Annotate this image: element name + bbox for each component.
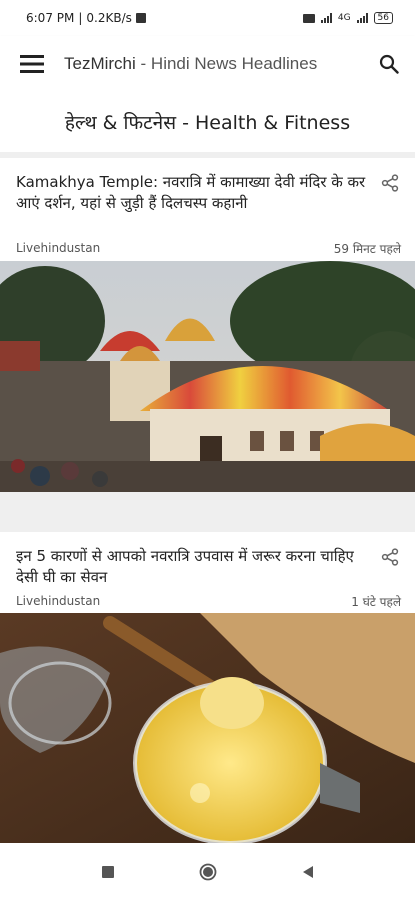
home-button[interactable] [188,852,228,892]
article-title[interactable]: Kamakhya Temple: नवरात्रि में कामाख्या द… [16,158,371,214]
article-time: 1 घंटे पहले [351,594,401,609]
signal-icon-2 [356,13,368,23]
article-card-2[interactable]: इन 5 कारणों से आपको नवरात्रि उपवास में ज… [0,532,415,843]
status-left: 6:07 PM | 0.2KB/s [26,11,146,25]
signal-icon [320,13,332,23]
triangle-back-icon [302,865,313,878]
back-button[interactable] [288,852,328,892]
search-icon [379,54,399,74]
article-source: Livehindustan [16,594,101,608]
status-time: 6:07 PM [26,11,75,25]
hamburger-menu-icon [20,55,44,73]
app-name: TezMirchi [64,54,136,73]
article-card-1[interactable]: Kamakhya Temple: नवरात्रि में कामाख्या द… [0,158,415,492]
temple-illustration [0,261,415,492]
status-right: 4G 56 [302,12,393,24]
app-subtitle: - Hindi News Headlines [140,54,318,73]
article-meta: Livehindustan 59 मिनट पहले [16,239,401,257]
app-bar: TezMirchi - Hindi News Headlines [0,36,415,92]
square-recents-icon [101,865,114,878]
circle-home-icon [199,863,216,880]
ghee-jar-photo[interactable] [0,613,415,843]
article-time: 59 मिनट पहले [333,241,401,256]
app-title: TezMirchi - Hindi News Headlines [64,54,363,74]
status-network-speed: 0.2KB/s [86,11,132,25]
system-nav-bar [0,843,415,900]
volte-icon [302,13,315,23]
share-icon[interactable] [381,548,399,566]
network-type-label: 4G [337,13,351,23]
article-meta: Livehindustan 1 घंटे पहले [16,592,401,610]
search-button[interactable] [363,36,415,92]
article-source: Livehindustan [16,241,101,255]
menu-button[interactable] [0,36,64,92]
share-icon[interactable] [381,174,399,192]
notification-icon [135,13,146,23]
recents-button[interactable] [88,852,128,892]
article-title[interactable]: इन 5 कारणों से आपको नवरात्रि उपवास में ज… [16,532,371,588]
battery-icon: 56 [373,12,393,24]
status-divider: | [78,11,83,25]
section-title: हेल्थ & फिटनेस - Health & Fitness [0,92,415,152]
temple-photo[interactable] [0,261,415,492]
ghee-illustration [0,613,415,843]
status-bar: 6:07 PM | 0.2KB/s 4G 56 [0,0,415,36]
